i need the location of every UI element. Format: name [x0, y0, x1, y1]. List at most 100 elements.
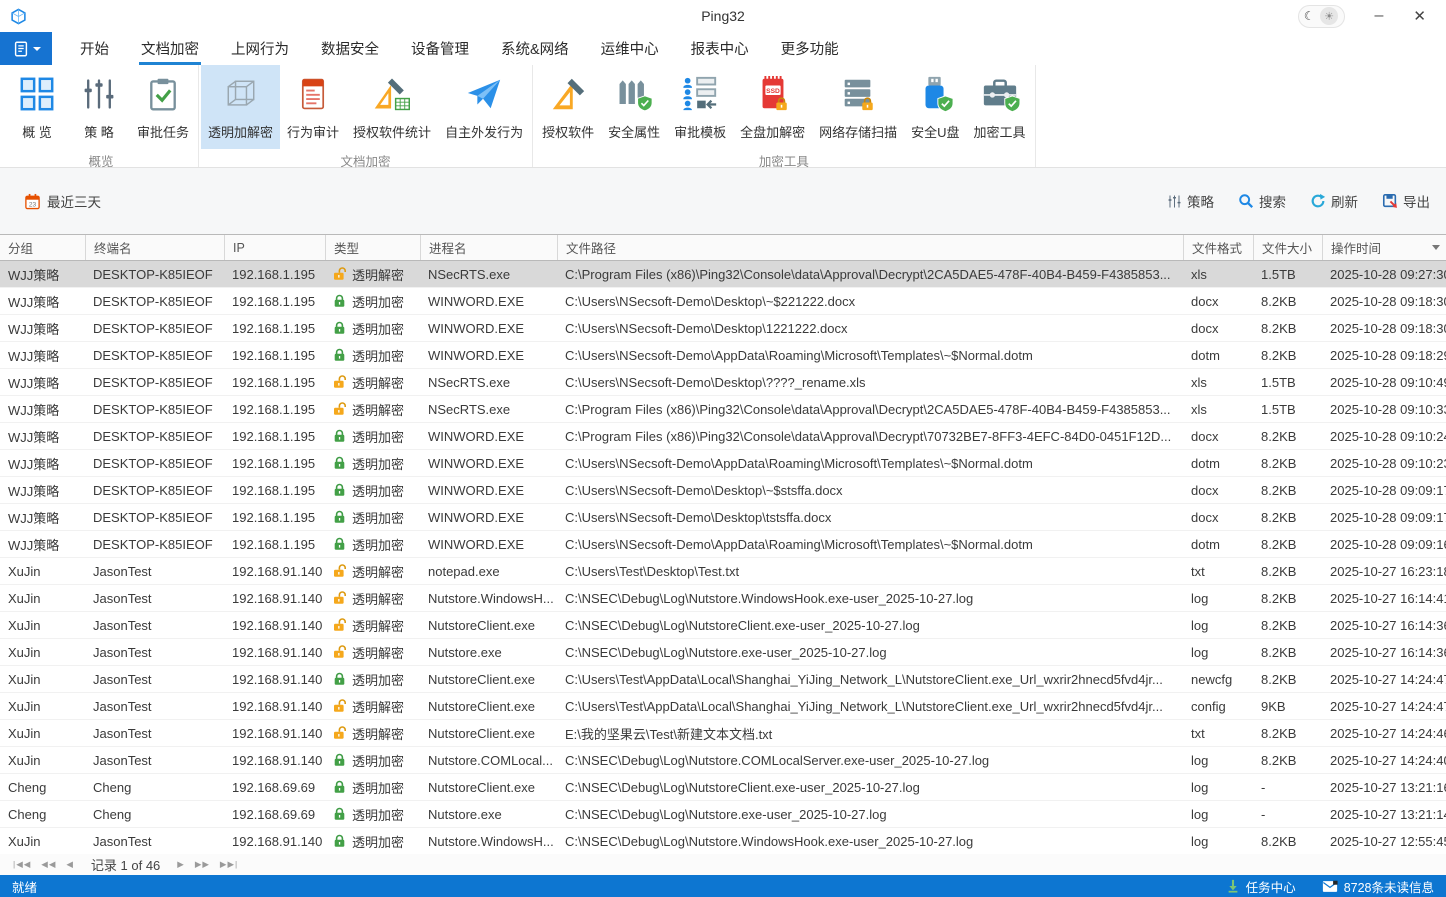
table-row[interactable]: XuJin JasonTest 192.168.91.140 透明解密 Nuts… — [0, 720, 1446, 747]
sort-indicator-icon[interactable] — [1432, 245, 1440, 250]
first-page-button[interactable]: |◀◀ — [8, 859, 36, 870]
lock-icon — [333, 780, 346, 794]
policy-action-button[interactable]: 策略 — [1167, 191, 1214, 211]
cell-size: 8.2KB — [1253, 531, 1322, 557]
cell-path: C:\Users\NSecsoft-Demo\Desktop\~$stsffa.… — [557, 477, 1183, 503]
table-row[interactable]: XuJin JasonTest 192.168.91.140 透明解密 note… — [0, 558, 1446, 585]
cell-time: 2025-10-27 16:23:18 — [1322, 558, 1446, 584]
cell-ip: 192.168.1.195 — [224, 423, 325, 449]
table-row[interactable]: XuJin JasonTest 192.168.91.140 透明加密 Nuts… — [0, 747, 1446, 774]
table-row[interactable]: XuJin JasonTest 192.168.91.140 透明解密 Nuts… — [0, 693, 1446, 720]
table-row[interactable]: XuJin JasonTest 192.168.91.140 透明加密 Nuts… — [0, 666, 1446, 693]
cell-format: dotm — [1183, 531, 1253, 557]
tab-device-management[interactable]: 设备管理 — [395, 32, 485, 65]
table-row[interactable]: WJJ策略 DESKTOP-K85IEOF 192.168.1.195 透明加密… — [0, 477, 1446, 504]
last-page-button[interactable]: ▶▶| — [215, 859, 243, 870]
table-row[interactable]: XuJin JasonTest 192.168.91.140 透明解密 Nuts… — [0, 612, 1446, 639]
cell-format: log — [1183, 747, 1253, 773]
cell-terminal: JasonTest — [85, 558, 224, 584]
table-row[interactable]: XuJin JasonTest 192.168.91.140 透明解密 Nuts… — [0, 639, 1446, 666]
titlebar: Ping32 ☾ ☀ – ✕ — [0, 0, 1446, 32]
column-header-time[interactable]: 操作时间 — [1322, 235, 1446, 260]
tab-system-network[interactable]: 系统&网络 — [485, 32, 585, 65]
secure-usb-button[interactable]: 安全U盘 — [904, 65, 966, 149]
table-row[interactable]: WJJ策略 DESKTOP-K85IEOF 192.168.1.195 透明加密… — [0, 423, 1446, 450]
close-button[interactable]: ✕ — [1413, 7, 1426, 25]
column-header-path[interactable]: 文件路径 — [557, 235, 1183, 260]
table-row[interactable]: Cheng Cheng 192.168.69.69 透明加密 Nutstore.… — [0, 801, 1446, 828]
sliders-icon — [1167, 194, 1182, 209]
column-header-size[interactable]: 文件大小 — [1253, 235, 1322, 260]
moon-icon[interactable]: ☾ — [1304, 10, 1315, 22]
next-fast-button[interactable]: ▶▶ — [190, 859, 215, 870]
minimize-button[interactable]: – — [1375, 7, 1384, 25]
full-disk-codec-button[interactable]: SSD 全盘加解密 — [733, 65, 812, 149]
table-row[interactable]: WJJ策略 DESKTOP-K85IEOF 192.168.1.195 透明加密… — [0, 450, 1446, 477]
transparent-codec-button[interactable]: 透明加解密 — [201, 65, 280, 149]
theme-toggle[interactable]: ☾ ☀ — [1298, 5, 1345, 28]
column-header-ip[interactable]: IP — [224, 235, 325, 260]
search-button[interactable]: 搜索 — [1238, 191, 1286, 211]
date-filter-button[interactable]: 23 最近三天 — [24, 191, 101, 211]
paper-plane-icon — [463, 73, 505, 115]
tab-ops-center[interactable]: 运维中心 — [585, 32, 675, 65]
table-row[interactable]: WJJ策略 DESKTOP-K85IEOF 192.168.1.195 透明加密… — [0, 531, 1446, 558]
task-center-button[interactable]: 任务中心 — [1226, 877, 1296, 896]
approval-tasks-button[interactable]: 审批任务 — [130, 65, 196, 149]
cell-time: 2025-10-27 13:21:16 — [1322, 774, 1446, 800]
policy-button[interactable]: 策 略 — [68, 65, 130, 149]
statusbar: 就绪 任务中心 8728条未读信息 — [0, 875, 1446, 897]
table-row[interactable]: WJJ策略 DESKTOP-K85IEOF 192.168.1.195 透明加密… — [0, 504, 1446, 531]
network-storage-scan-button[interactable]: 网络存储扫描 — [812, 65, 904, 149]
lock-icon — [333, 267, 346, 281]
tab-more-features[interactable]: 更多功能 — [765, 32, 855, 65]
table-row[interactable]: WJJ策略 DESKTOP-K85IEOF 192.168.1.195 透明加密… — [0, 342, 1446, 369]
refresh-button[interactable]: 刷新 — [1310, 191, 1358, 211]
overview-button[interactable]: 概 览 — [6, 65, 68, 149]
approval-templates-button[interactable]: 审批模板 — [667, 65, 733, 149]
encryption-tools-button[interactable]: 加密工具 — [967, 65, 1033, 149]
column-header-type[interactable]: 类型 — [325, 235, 420, 260]
prev-page-button[interactable]: ◀ — [61, 859, 79, 870]
window-title: Ping32 — [0, 8, 1446, 24]
export-button[interactable]: 导出 — [1382, 191, 1430, 211]
tab-document-encryption[interactable]: 文档加密 — [125, 32, 215, 65]
table-row[interactable]: XuJin JasonTest 192.168.91.140 透明加密 Nuts… — [0, 828, 1446, 854]
table-row[interactable]: WJJ策略 DESKTOP-K85IEOF 192.168.1.195 透明加密… — [0, 315, 1446, 342]
table-row[interactable]: WJJ策略 DESKTOP-K85IEOF 192.168.1.195 透明加密… — [0, 288, 1446, 315]
lock-icon — [333, 699, 346, 713]
prev-fast-button[interactable]: ◀◀ — [36, 859, 61, 870]
cell-type: 透明加密 — [325, 747, 420, 773]
tab-internet-behavior[interactable]: 上网行为 — [215, 32, 305, 65]
cell-ip: 192.168.69.69 — [224, 774, 325, 800]
column-header-terminal[interactable]: 终端名 — [85, 235, 224, 260]
column-header-process[interactable]: 进程名 — [420, 235, 557, 260]
sun-icon[interactable]: ☀ — [1320, 7, 1338, 25]
licensed-software-button[interactable]: 授权软件 — [535, 65, 601, 149]
column-header-group[interactable]: 分组 — [0, 235, 85, 260]
security-attributes-button[interactable]: 安全属性 — [601, 65, 667, 149]
cell-path: C:\NSEC\Debug\Log\Nutstore.WindowsHook.e… — [557, 585, 1183, 611]
table-row[interactable]: WJJ策略 DESKTOP-K85IEOF 192.168.1.195 透明解密… — [0, 369, 1446, 396]
cell-path: C:\Program Files (x86)\Ping32\Console\da… — [557, 261, 1183, 287]
cell-process: NutstoreClient.exe — [420, 774, 557, 800]
column-header-format[interactable]: 文件格式 — [1183, 235, 1253, 260]
table-row[interactable]: WJJ策略 DESKTOP-K85IEOF 192.168.1.195 透明解密… — [0, 396, 1446, 423]
cell-ip: 192.168.91.140 — [224, 666, 325, 692]
tab-data-security[interactable]: 数据安全 — [305, 32, 395, 65]
table-row[interactable]: WJJ策略 DESKTOP-K85IEOF 192.168.1.195 透明解密… — [0, 261, 1446, 288]
behavior-audit-button[interactable]: 行为审计 — [280, 65, 346, 149]
app-menu-button[interactable] — [0, 32, 52, 65]
table-row[interactable]: Cheng Cheng 192.168.69.69 透明加密 NutstoreC… — [0, 774, 1446, 801]
tab-report-center[interactable]: 报表中心 — [675, 32, 765, 65]
unread-messages-button[interactable]: 8728条未读信息 — [1322, 877, 1434, 896]
cell-terminal: DESKTOP-K85IEOF — [85, 288, 224, 314]
cell-time: 2025-10-28 09:10:23 — [1322, 450, 1446, 476]
table-row[interactable]: XuJin JasonTest 192.168.91.140 透明解密 Nuts… — [0, 585, 1446, 612]
content-area: 23 最近三天 策略 搜索 刷新 导出 — [0, 168, 1446, 875]
licensed-software-stats-button[interactable]: 授权软件统计 — [346, 65, 438, 149]
tab-start[interactable]: 开始 — [64, 32, 125, 65]
self-outgoing-button[interactable]: 自主外发行为 — [438, 65, 530, 149]
next-page-button[interactable]: ▶ — [172, 859, 190, 870]
lock-icon — [333, 726, 346, 740]
